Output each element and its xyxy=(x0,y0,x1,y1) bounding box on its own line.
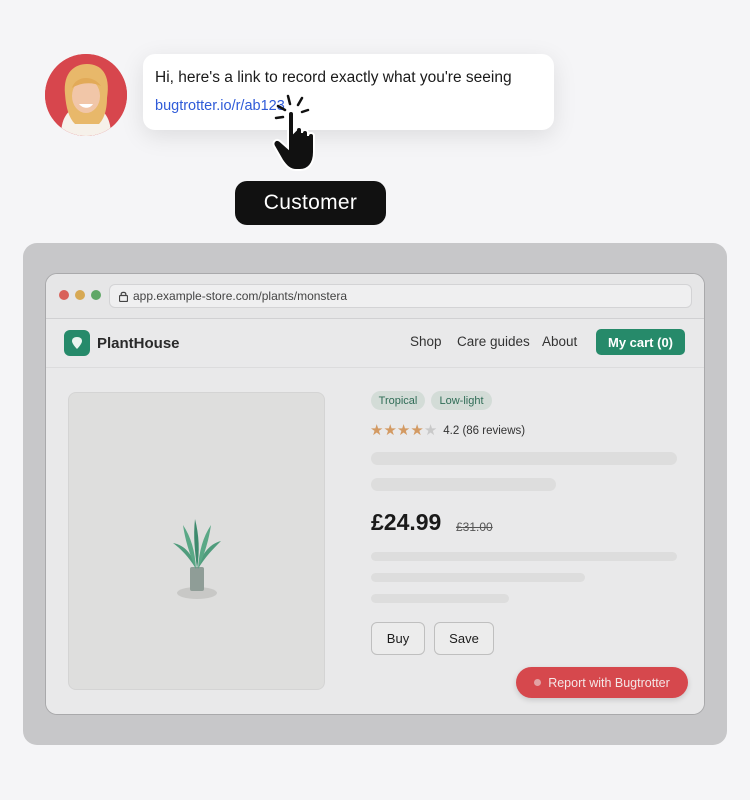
leaf-icon xyxy=(64,330,90,356)
product-rating: ★ ★ ★ ★ ★ 4.2 (86 reviews) xyxy=(370,423,525,438)
record-dot-icon xyxy=(534,679,542,686)
tag-chip: Low-light xyxy=(431,391,492,410)
address-bar[interactable]: app.example-store.com/plants/monstera xyxy=(109,284,692,308)
chat-message: Hi, here's a link to record exactly what… xyxy=(155,69,512,86)
star-icon: ★ xyxy=(383,422,397,439)
avatar xyxy=(45,54,127,136)
hand-pointer-icon xyxy=(268,92,348,179)
star-icon: ★ xyxy=(396,422,411,439)
original-price: £31.00 xyxy=(456,520,493,534)
report-bug-button[interactable]: Report with Bugtrotter xyxy=(516,667,688,698)
store-page: PlantHouse Shop Care guides About My car… xyxy=(46,319,704,714)
description-placeholder xyxy=(371,594,509,603)
subtitle-placeholder xyxy=(371,478,556,491)
description-placeholder xyxy=(371,552,677,561)
title-placeholder xyxy=(371,452,677,465)
nav-care-guides[interactable]: Care guides xyxy=(457,334,530,349)
report-button-label: Report with Bugtrotter xyxy=(548,675,670,690)
buy-button[interactable]: Buy xyxy=(371,622,425,655)
lock-icon xyxy=(119,291,128,302)
record-link[interactable]: bugtrotter.io/r/ab123 xyxy=(155,97,285,115)
screen-preview: app.example-store.com/plants/monstera Pl… xyxy=(23,243,727,745)
star-icon: ★ xyxy=(410,422,424,439)
chat-bubble: Hi, here's a link to record exactly what… xyxy=(143,54,554,130)
brand-logo[interactable]: PlantHouse xyxy=(64,330,180,356)
minimize-window-button[interactable] xyxy=(75,290,85,300)
brand-name: PlantHouse xyxy=(97,334,180,352)
product-image xyxy=(68,392,325,690)
browser-toolbar: app.example-store.com/plants/monstera xyxy=(46,274,704,319)
close-window-button[interactable] xyxy=(59,290,69,300)
star-icon: ★ xyxy=(423,422,438,439)
cart-button[interactable]: My cart (0) xyxy=(596,329,685,355)
star-icon: ★ xyxy=(370,422,384,439)
url-text: app.example-store.com/plants/monstera xyxy=(133,289,348,303)
maximize-window-button[interactable] xyxy=(91,290,101,300)
nav-shop[interactable]: Shop xyxy=(410,334,442,349)
site-header: PlantHouse Shop Care guides About My car… xyxy=(46,319,704,368)
plant-illustration xyxy=(173,519,221,599)
product-price: £24.99 xyxy=(371,509,442,535)
description-placeholder xyxy=(371,573,585,582)
tag-chip: Tropical xyxy=(371,391,425,410)
customer-tag: Customer xyxy=(235,181,386,225)
save-button[interactable]: Save xyxy=(434,622,494,655)
browser-window: app.example-store.com/plants/monstera Pl… xyxy=(45,273,705,715)
nav-about[interactable]: About xyxy=(542,334,577,349)
rating-text: 4.2 (86 reviews) xyxy=(443,424,526,437)
